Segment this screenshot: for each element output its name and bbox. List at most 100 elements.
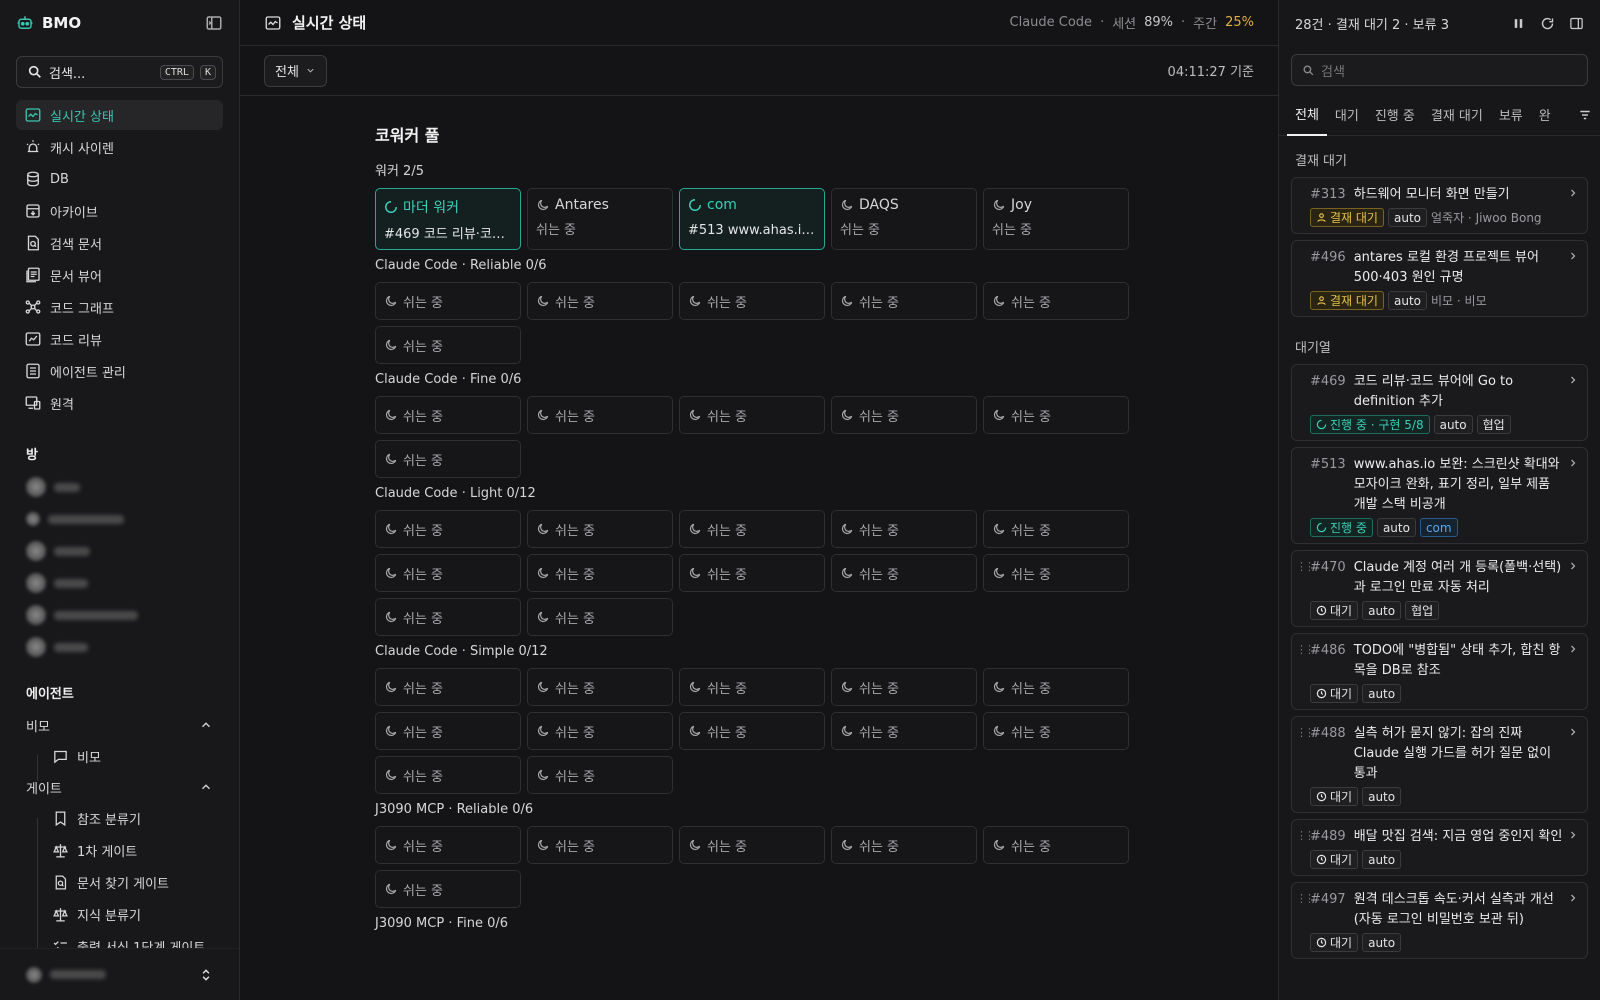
nav-item-code-review[interactable]: 코드 리뷰 (16, 324, 223, 354)
pool-slot[interactable]: 쉬는 중 (679, 282, 825, 320)
tab-done[interactable]: 완 (1531, 94, 1559, 136)
worker-card[interactable]: DAQS 쉬는 중 (831, 188, 977, 250)
tab-waiting[interactable]: 대기 (1327, 94, 1367, 136)
tab-on-hold[interactable]: 보류 (1491, 94, 1531, 136)
room-item[interactable] (0, 471, 239, 503)
sidebar-toggle-icon[interactable] (205, 14, 223, 32)
filter-dropdown[interactable]: 전체 (264, 54, 327, 87)
pool-slot[interactable]: 쉬는 중 (527, 396, 673, 434)
pool-slot[interactable]: 쉬는 중 (983, 510, 1129, 548)
task-card[interactable]: ⋮⋮ #486 TODO에 "병합됨" 상태 추가, 합친 항목을 DB로 참조 … (1291, 633, 1588, 710)
pool-slot[interactable]: 쉬는 중 (831, 712, 977, 750)
task-card[interactable]: ⋮⋮ #488 실측 허가 묻지 않기: 잡의 진짜 Claude 실행 가드를 … (1291, 716, 1588, 813)
pool-slot[interactable]: 쉬는 중 (679, 668, 825, 706)
room-item[interactable] (0, 503, 239, 535)
pool-slot[interactable]: 쉬는 중 (831, 396, 977, 434)
pool-slot[interactable]: 쉬는 중 (527, 282, 673, 320)
pool-slot[interactable]: 쉬는 중 (527, 554, 673, 592)
pool-slot[interactable]: 쉬는 중 (375, 554, 521, 592)
pool-slot[interactable]: 쉬는 중 (375, 826, 521, 864)
pool-slot[interactable]: 쉬는 중 (375, 598, 521, 636)
refresh-icon[interactable] (1540, 16, 1555, 31)
task-card[interactable]: #513 www.ahas.io 보완: 스크린샷 확대와 모자이크 완화, 표기… (1291, 447, 1588, 544)
worker-card[interactable]: Joy 쉬는 중 (983, 188, 1129, 250)
pool-slot[interactable]: 쉬는 중 (679, 712, 825, 750)
agent-group-gate[interactable]: 게이트 (0, 772, 239, 802)
pool-slot[interactable]: 쉬는 중 (831, 826, 977, 864)
room-item[interactable] (0, 631, 239, 663)
drag-handle-icon[interactable]: ⋮⋮ (1296, 890, 1315, 952)
drag-handle-icon[interactable]: ⋮⋮ (1296, 724, 1315, 806)
task-card[interactable]: #496 antares 로컬 환경 프로젝트 뷰어 500·403 원인 규명 … (1291, 240, 1588, 317)
pool-slot[interactable]: 쉬는 중 (527, 756, 673, 794)
pool-slot[interactable]: 쉬는 중 (527, 668, 673, 706)
pool-slot[interactable]: 쉬는 중 (527, 598, 673, 636)
agent-item-knowledge-classifier[interactable]: 지식 분류기 (0, 898, 239, 930)
pool-slot[interactable]: 쉬는 중 (831, 554, 977, 592)
filter-icon[interactable] (1578, 108, 1592, 122)
pool-slot[interactable]: 쉬는 중 (375, 510, 521, 548)
pool-slot[interactable]: 쉬는 중 (375, 440, 521, 478)
agent-item-bmo[interactable]: 비모 (0, 740, 239, 772)
agent-item-first-gate[interactable]: 1차 게이트 (0, 834, 239, 866)
pool-slot[interactable]: 쉬는 중 (527, 826, 673, 864)
pool-slot[interactable]: 쉬는 중 (375, 712, 521, 750)
drag-handle-icon[interactable]: ⋮⋮ (1296, 558, 1315, 620)
worker-card[interactable]: com #513 www.ahas.io 보완 (679, 188, 825, 250)
tab-in-progress[interactable]: 진행 중 (1367, 94, 1423, 136)
pool-slot[interactable]: 쉬는 중 (831, 510, 977, 548)
pool-slot[interactable]: 쉬는 중 (679, 396, 825, 434)
panel-toggle-icon[interactable] (1569, 16, 1584, 31)
nav-item-doc-viewer[interactable]: 문서 뷰어 (16, 260, 223, 290)
pool-slot[interactable]: 쉬는 중 (375, 756, 521, 794)
pool-slot[interactable]: 쉬는 중 (983, 396, 1129, 434)
pool-slot[interactable]: 쉬는 중 (375, 870, 521, 908)
nav-item-agent-manage[interactable]: 에이전트 관리 (16, 356, 223, 386)
nav-item-search-docs[interactable]: 검색 문서 (16, 228, 223, 258)
nav-item-live-status[interactable]: 실시간 상태 (16, 100, 223, 130)
task-card[interactable]: ⋮⋮ #470 Claude 계정 여러 개 등록(폴백·선택)과 로그인 만료 … (1291, 550, 1588, 627)
room-item[interactable] (0, 567, 239, 599)
pool-slot[interactable]: 쉬는 중 (983, 712, 1129, 750)
pause-icon[interactable] (1511, 16, 1526, 31)
pool-slot[interactable]: 쉬는 중 (831, 668, 977, 706)
pool-slot[interactable]: 쉬는 중 (679, 826, 825, 864)
task-card[interactable]: #313 하드웨어 모니터 화면 만들기 결재 대기 auto 얼죽자 · Jiw… (1291, 177, 1588, 234)
slot-status: 쉬는 중 (403, 681, 444, 697)
tab-all[interactable]: 전체 (1287, 94, 1327, 136)
pool-slot[interactable]: 쉬는 중 (983, 668, 1129, 706)
user-menu[interactable] (0, 948, 239, 1000)
agent-item-ref-classifier[interactable]: 참조 분류기 (0, 802, 239, 834)
pool-slot[interactable]: 쉬는 중 (983, 826, 1129, 864)
pool-slot[interactable]: 쉬는 중 (375, 282, 521, 320)
pool-slot[interactable]: 쉬는 중 (375, 396, 521, 434)
agent-item-doc-gate[interactable]: 문서 찾기 게이트 (0, 866, 239, 898)
nav-item-archive[interactable]: 아카이브 (16, 196, 223, 226)
panel-search[interactable]: 검색 (1291, 54, 1588, 86)
task-card[interactable]: ⋮⋮ #489 배달 맛집 검색: 지금 영업 중인지 확인 대기 auto (1291, 819, 1588, 876)
agent-group-bmo[interactable]: 비모 (0, 710, 239, 740)
room-item[interactable] (0, 535, 239, 567)
nav-item-code-graph[interactable]: 코드 그래프 (16, 292, 223, 322)
drag-handle-icon[interactable]: ⋮⋮ (1296, 827, 1315, 869)
pool-slot[interactable]: 쉬는 중 (679, 554, 825, 592)
worker-card[interactable]: 마더 워커 #469 코드 리뷰·코드 뷰어에 Go to definition… (375, 188, 521, 250)
pool-slot[interactable]: 쉬는 중 (983, 282, 1129, 320)
pool-slot[interactable]: 쉬는 중 (527, 510, 673, 548)
nav-item-cache-siren[interactable]: 캐시 사이렌 (16, 132, 223, 162)
worker-card[interactable]: Antares 쉬는 중 (527, 188, 673, 250)
sidebar-search[interactable]: 검색... CTRL K (16, 56, 223, 88)
room-item[interactable] (0, 599, 239, 631)
pool-slot[interactable]: 쉬는 중 (679, 510, 825, 548)
pool-slot[interactable]: 쉬는 중 (983, 554, 1129, 592)
task-card[interactable]: #469 코드 리뷰·코드 뷰어에 Go to definition 추가 진행 … (1291, 364, 1588, 441)
nav-item-remote[interactable]: 원격 (16, 388, 223, 418)
nav-item-db[interactable]: DB (16, 164, 223, 194)
tab-pending-approval[interactable]: 결재 대기 (1423, 94, 1491, 136)
pool-slot[interactable]: 쉬는 중 (375, 668, 521, 706)
pool-slot[interactable]: 쉬는 중 (831, 282, 977, 320)
pool-slot[interactable]: 쉬는 중 (527, 712, 673, 750)
pool-slot[interactable]: 쉬는 중 (375, 326, 521, 364)
task-card[interactable]: ⋮⋮ #497 원격 데스크톱 속도·커서 실측과 개선 (자동 로그인 비밀번호… (1291, 882, 1588, 959)
drag-handle-icon[interactable]: ⋮⋮ (1296, 641, 1315, 703)
